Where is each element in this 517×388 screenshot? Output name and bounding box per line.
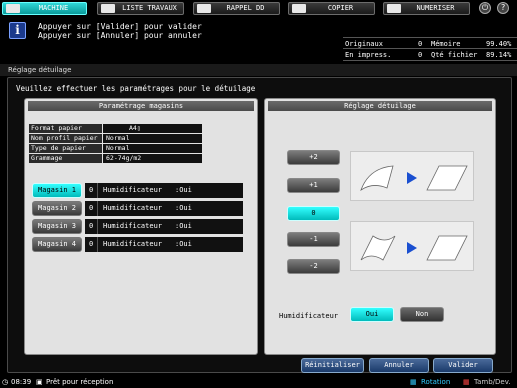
tray-settings-title: Paramétrage magasins [28,101,254,111]
power-icon[interactable]: ⏻ [479,2,491,14]
job-list-icon [101,4,115,13]
hdd-recall-icon [197,4,211,13]
status-tamb: Tamb/Dev. [474,378,511,386]
arrow-right-icon [407,172,417,184]
tray-row: Magasin 4 0 Humidificateur:Oui [32,237,243,252]
profile-name-value: Normal [103,134,202,143]
copier-icon [292,4,306,13]
paper-size-value: A4▯ [103,124,202,133]
info-icon: i [9,22,26,39]
machine-icon [6,4,20,13]
fichier-value: 89.14% [486,51,512,59]
tray-3-button[interactable]: Magasin 3 [32,219,82,234]
status-bar: ◷ 08:39 ▣ Prêt pour réception ▦ Rotation… [0,377,517,388]
decurl-adjust-panel: Réglage détuilage +2 +1 0 -1 -2 Humidifi… [264,98,496,355]
tab-machine[interactable]: MACHINE [2,2,87,15]
humidifier-oui-button[interactable]: Oui [350,307,394,322]
counters-panel: Originaux 0 Mémoire 99.40% En impress. 0… [343,37,517,61]
humidifier-non-button[interactable]: Non [400,307,444,322]
level-minus1-button[interactable]: -1 [287,232,340,247]
level-minus2-button[interactable]: -2 [287,259,340,274]
paper-type-value: Normal [103,144,202,153]
weight-value: 62-74g/m2 [103,154,202,163]
level-plus1-button[interactable]: +1 [287,178,340,193]
scan-icon [387,4,401,13]
humidifier-label: Humidificateur [279,312,339,320]
decurl-adjust-title: Réglage détuilage [268,101,492,111]
ready-icon: ▣ [36,378,43,386]
curl-up-illustration [350,151,474,201]
level-0-button[interactable]: 0 [287,206,340,221]
profile-name-label: Nom profil papier [29,134,102,143]
clock-icon: ◷ [2,378,9,386]
tamb-icon: ▦ [463,378,470,386]
arrow-right-icon [407,242,417,254]
tray-row: Magasin 1 0 Humidificateur:Oui [32,183,243,198]
tab-numeriser[interactable]: NUMERISER [383,2,470,15]
tray-4-button[interactable]: Magasin 4 [32,237,82,252]
curl-down-illustration [350,221,474,271]
tab-rappel-dd[interactable]: RAPPEL DD [193,2,280,15]
tray-row: Magasin 3 0 Humidificateur:Oui [32,219,243,234]
rotation-icon: ▦ [410,378,417,386]
fichier-label: Qté fichier [431,51,478,59]
paper-info-table: Format papier A4▯ Nom profil papier Normal… [29,124,202,164]
tray-2-button[interactable]: Magasin 2 [32,201,82,216]
instruction-text: Veuillez effectuer les paramétrages pour… [16,84,256,93]
impress-value: 0 [418,51,423,59]
tab-liste-travaux[interactable]: LISTE TRAVAUX [97,2,184,15]
status-rotation: Rotation [421,378,451,386]
tab-copier[interactable]: COPIER [288,2,375,15]
message-area: i Appuyer sur [Valider] pour valider App… [0,17,517,63]
weight-label: Grammage [29,154,102,163]
level-plus2-button[interactable]: +2 [287,150,340,165]
status-time: 08:39 [11,378,32,386]
cancel-button[interactable]: Annuler [369,358,429,373]
paper-size-label: Format papier [29,124,102,133]
top-tab-bar: MACHINE LISTE TRAVAUX RAPPEL DD COPIER N… [0,0,517,16]
tray-row: Magasin 2 0 Humidificateur:Oui [32,201,243,216]
settings-window: Veuillez effectuer les paramétrages pour… [7,77,512,373]
paper-type-label: Type de papier [29,144,102,153]
message-line-2: Appuyer sur [Annuler] pour annuler [38,31,202,40]
reset-button[interactable]: Réinitialiser [301,358,364,373]
status-ready: Prêt pour réception [46,378,114,386]
ok-button[interactable]: Valider [433,358,493,373]
message-line-1: Appuyer sur [Valider] pour valider [38,22,202,31]
tray-settings-panel: Paramétrage magasins Format papier A4▯ No… [24,98,258,355]
impress-label: En impress. [345,51,392,59]
help-icon[interactable]: ? [497,2,509,14]
window-title: Réglage détuilage [0,64,517,76]
tray-1-button[interactable]: Magasin 1 [32,183,82,198]
